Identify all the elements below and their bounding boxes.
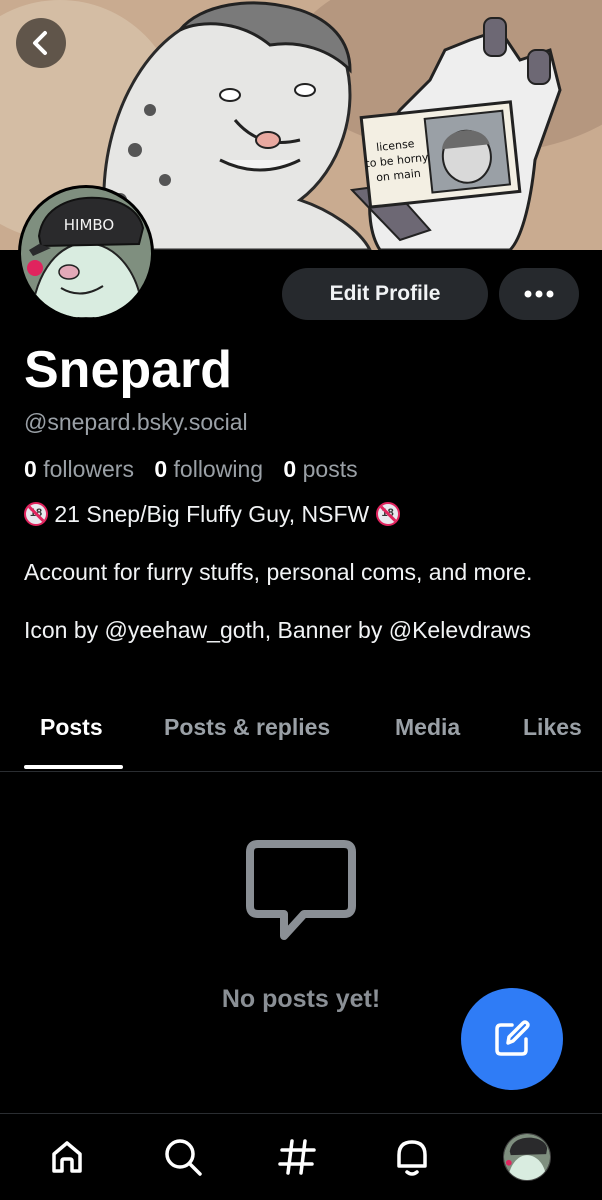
cap-text: HIMBO xyxy=(64,216,114,234)
bio-line-1-text: 21 Snep/Big Fluffy Guy, NSFW xyxy=(48,501,376,527)
following-stat[interactable]: 0 following xyxy=(154,456,263,482)
nav-avatar xyxy=(503,1133,551,1181)
followers-count: 0 xyxy=(24,456,37,482)
posts-stat: 0 posts xyxy=(283,456,357,482)
bio-line-2: Account for furry stuffs, personal coms,… xyxy=(24,559,533,585)
display-name: Snepard xyxy=(24,341,233,399)
nav-home[interactable] xyxy=(42,1132,92,1182)
bio-line-1: 18 21 Snep/Big Fluffy Guy, NSFW 18 xyxy=(24,500,584,529)
profile-bio: 18 21 Snep/Big Fluffy Guy, NSFW 18 Accou… xyxy=(24,500,584,645)
following-count: 0 xyxy=(154,456,168,482)
chevron-left-icon xyxy=(33,31,47,55)
nav-feeds[interactable] xyxy=(272,1132,322,1182)
avatar-image: HIMBO xyxy=(21,188,151,318)
search-icon xyxy=(165,1139,202,1176)
ellipsis-icon xyxy=(524,290,554,298)
edit-profile-button[interactable]: Edit Profile xyxy=(282,268,488,320)
tab-posts[interactable]: Posts xyxy=(40,714,103,741)
tabs-divider xyxy=(0,771,602,772)
speech-bubble-icon xyxy=(246,840,356,940)
tab-likes[interactable]: Likes xyxy=(523,714,582,741)
back-button[interactable] xyxy=(16,18,66,68)
nav-avatar-image xyxy=(504,1134,550,1180)
bottom-nav xyxy=(0,1114,602,1200)
hashtag-icon xyxy=(278,1139,316,1175)
home-icon xyxy=(52,1141,82,1173)
nav-search[interactable] xyxy=(158,1132,208,1182)
tab-media[interactable]: Media xyxy=(395,714,460,741)
tab-posts-and-replies[interactable]: Posts & replies xyxy=(164,714,330,741)
more-options-button[interactable] xyxy=(499,268,579,320)
profile-avatar[interactable]: HIMBO xyxy=(18,185,154,321)
profile-stats: 0 followers 0 following 0 posts xyxy=(24,456,372,483)
following-label: following xyxy=(173,456,264,482)
followers-label: followers xyxy=(43,456,134,482)
bio-line-3: Icon by @yeehaw_goth, Banner by @Kelevdr… xyxy=(24,617,531,643)
compose-icon xyxy=(495,1020,530,1056)
active-tab-indicator xyxy=(24,765,123,769)
compose-post-button[interactable] xyxy=(461,988,563,1090)
posts-count: 0 xyxy=(283,456,297,482)
profile-handle: @snepard.bsky.social xyxy=(24,409,248,435)
bell-icon xyxy=(397,1140,427,1176)
nav-notifications[interactable] xyxy=(387,1132,437,1182)
posts-label: posts xyxy=(302,456,358,482)
profile-tabs: Posts Posts & replies Media Likes xyxy=(0,700,602,770)
no-under-18-icon: 18 xyxy=(375,502,400,526)
followers-stat[interactable]: 0 followers xyxy=(24,456,134,482)
nav-profile[interactable] xyxy=(502,1132,552,1182)
no-under-18-icon: 18 xyxy=(24,502,48,526)
